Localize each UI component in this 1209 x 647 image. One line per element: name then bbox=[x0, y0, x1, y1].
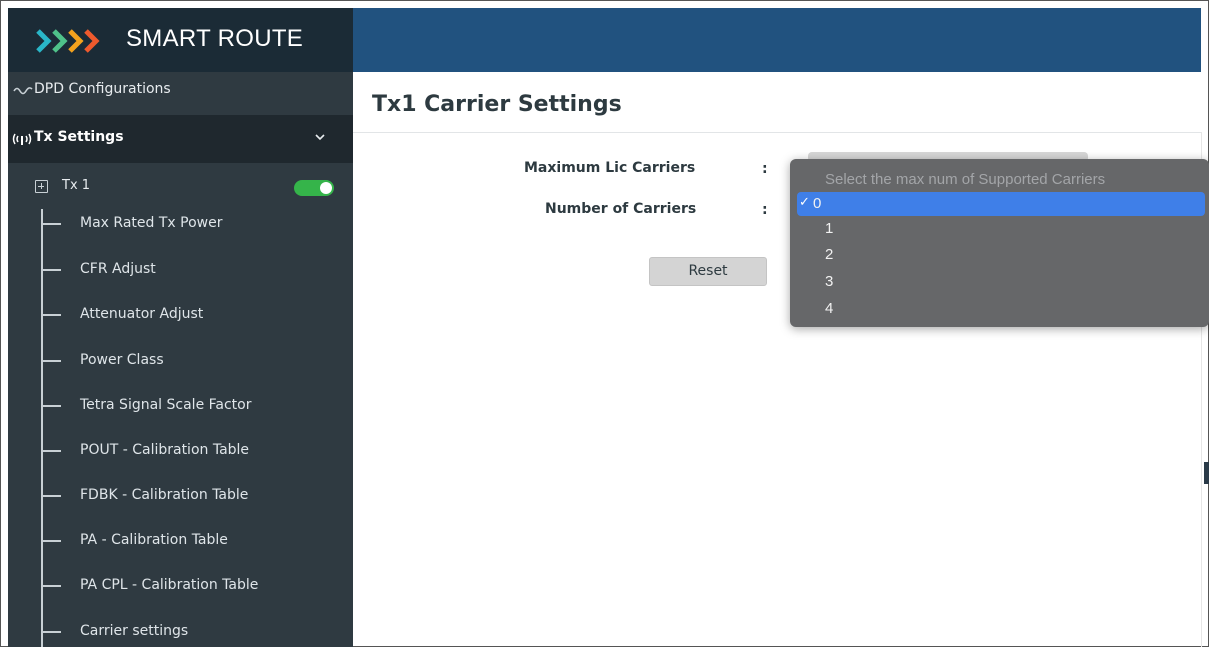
tree-branch bbox=[41, 495, 61, 497]
sidebar-item-label: Tx 1 bbox=[62, 178, 91, 193]
option-label: 3 bbox=[825, 273, 834, 290]
sidebar: SMART ROUTE DPD Configurations Tx Settin… bbox=[8, 8, 353, 647]
tree-branch bbox=[41, 585, 61, 587]
tree-branch bbox=[41, 450, 61, 452]
edge-indicator bbox=[1204, 462, 1209, 484]
option-label: 0 bbox=[813, 195, 822, 212]
option-label: 4 bbox=[825, 300, 834, 317]
carriers-dropdown-menu[interactable]: Select the max num of Supported Carriers… bbox=[790, 159, 1209, 327]
chevron-down-icon[interactable] bbox=[314, 131, 326, 143]
sidebar-item-label: POUT - Calibration Table bbox=[80, 442, 250, 458]
sidebar-item-label: Carrier settings bbox=[80, 623, 189, 639]
tree-branch bbox=[41, 405, 61, 407]
toggle-knob bbox=[320, 182, 332, 194]
tree-branch bbox=[41, 269, 61, 271]
maximum-lic-carriers-label: Maximum Lic Carriers bbox=[524, 160, 696, 176]
tree-branch bbox=[41, 631, 61, 633]
smart-route-logo-icon bbox=[36, 29, 100, 53]
wave-icon bbox=[13, 87, 33, 95]
brand-header: SMART ROUTE bbox=[8, 8, 353, 72]
tree-branch bbox=[41, 223, 61, 225]
sidebar-item-label: Max Rated Tx Power bbox=[80, 215, 223, 231]
sidebar-item-carrier-settings[interactable]: Carrier settings bbox=[41, 620, 353, 644]
reset-button[interactable]: Reset bbox=[649, 257, 767, 286]
dropdown-option-0[interactable]: ✓ 0 bbox=[797, 192, 1205, 216]
tree-branch bbox=[41, 314, 61, 316]
dropdown-placeholder: Select the max num of Supported Carriers bbox=[825, 171, 1106, 188]
antenna-signal-icon bbox=[12, 133, 32, 145]
number-of-carriers-label: Number of Carriers bbox=[545, 201, 697, 217]
sidebar-item-pa-calibration-table[interactable]: PA - Calibration Table bbox=[41, 529, 353, 553]
top-bar bbox=[353, 8, 1201, 72]
sidebar-item-fdbk-calibration-table[interactable]: FDBK - Calibration Table bbox=[41, 484, 353, 508]
sidebar-item-pa-cpl-calibration-table[interactable]: PA CPL - Calibration Table bbox=[41, 574, 353, 598]
sidebar-item-cfr-adjust[interactable]: CFR Adjust bbox=[41, 258, 353, 282]
sidebar-item-pout-calibration-table[interactable]: POUT - Calibration Table bbox=[41, 439, 353, 463]
option-label: 1 bbox=[825, 220, 834, 237]
title-divider bbox=[353, 132, 1201, 133]
sidebar-item-power-class[interactable]: Power Class bbox=[41, 349, 353, 373]
tx1-enable-toggle[interactable] bbox=[294, 180, 334, 196]
tree-branch bbox=[41, 360, 61, 362]
sidebar-item-label: Power Class bbox=[80, 352, 164, 368]
dropdown-option-2[interactable]: 2 bbox=[797, 243, 1205, 267]
sidebar-item-max-rated-tx-power[interactable]: Max Rated Tx Power bbox=[41, 212, 353, 236]
sidebar-item-tx-settings[interactable]: Tx Settings bbox=[8, 115, 353, 163]
sidebar-item-tetra-signal-scale-factor[interactable]: Tetra Signal Scale Factor bbox=[41, 394, 353, 418]
page-title: Tx1 Carrier Settings bbox=[372, 92, 622, 117]
sidebar-item-tx1[interactable]: Tx 1 bbox=[8, 163, 353, 211]
sidebar-item-label: PA CPL - Calibration Table bbox=[80, 577, 259, 593]
dropdown-option-4[interactable]: 4 bbox=[797, 297, 1205, 321]
sidebar-item-label: Tetra Signal Scale Factor bbox=[80, 397, 252, 413]
sidebar-item-label: CFR Adjust bbox=[80, 261, 156, 277]
brand-name: SMART ROUTE bbox=[126, 25, 304, 52]
option-label: 2 bbox=[825, 246, 834, 263]
sidebar-item-label: PA - Calibration Table bbox=[80, 532, 228, 548]
checkmark-icon: ✓ bbox=[799, 195, 810, 210]
expand-plus-icon[interactable] bbox=[35, 180, 48, 193]
dropdown-option-3[interactable]: 3 bbox=[797, 270, 1205, 294]
tree-branch bbox=[41, 540, 61, 542]
field-colon: : bbox=[762, 161, 768, 177]
sidebar-item-label: FDBK - Calibration Table bbox=[80, 487, 249, 503]
sidebar-item-label: DPD Configurations bbox=[34, 81, 171, 97]
dropdown-option-1[interactable]: 1 bbox=[797, 217, 1205, 241]
field-colon: : bbox=[762, 202, 768, 218]
sidebar-item-label: Tx Settings bbox=[34, 129, 124, 145]
sidebar-item-label: Attenuator Adjust bbox=[80, 306, 204, 322]
sidebar-item-dpd-configurations[interactable]: DPD Configurations bbox=[8, 72, 353, 115]
sidebar-item-attenuator-adjust[interactable]: Attenuator Adjust bbox=[41, 303, 353, 327]
